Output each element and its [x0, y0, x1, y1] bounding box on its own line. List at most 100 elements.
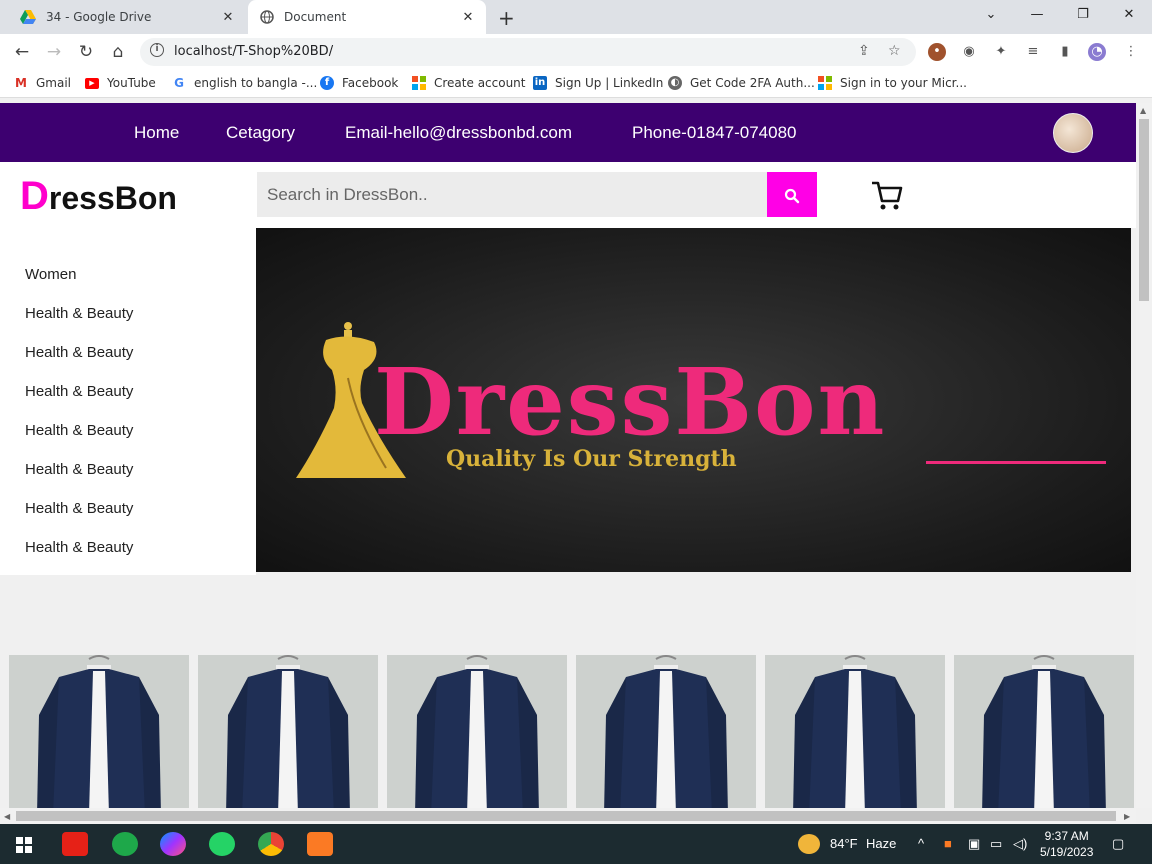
- bookmark-star-icon[interactable]: ☆: [888, 43, 901, 59]
- product-card[interactable]: [9, 655, 189, 808]
- url-text[interactable]: localhost/T-Shop%20BD/: [174, 44, 333, 59]
- product-card[interactable]: [198, 655, 378, 808]
- bookmarks-bar: M Gmail ▶ YouTube G english to bangla -.…: [0, 70, 1152, 98]
- shirt-product-image: [765, 655, 945, 808]
- side-panel-icon[interactable]: ▮: [1056, 43, 1074, 61]
- nav-home-link[interactable]: Home: [134, 123, 179, 143]
- messenger-app-icon[interactable]: [160, 832, 186, 856]
- site-header: DressBon Search in DressBon..: [0, 162, 1136, 228]
- browser-toolbar: ← → ↻ ⌂ i localhost/T-Shop%20BD/ ⇪ ☆ • ◉…: [0, 34, 1152, 70]
- bookmark-youtube[interactable]: ▶ YouTube: [85, 76, 156, 90]
- nav-email-link[interactable]: Email-hello@dressbonbd.com: [345, 123, 572, 143]
- site-logo[interactable]: DressBon: [20, 174, 177, 219]
- record-extension-icon[interactable]: ◉: [960, 43, 978, 61]
- share-icon[interactable]: ⇪: [858, 43, 870, 59]
- vertical-scroll-thumb[interactable]: [1139, 119, 1149, 301]
- back-icon[interactable]: ←: [10, 40, 34, 64]
- home-icon[interactable]: ⌂: [106, 40, 130, 64]
- bookmark-english-to-bangla[interactable]: G english to bangla -...: [172, 76, 317, 90]
- shirt-product-image: [387, 655, 567, 808]
- xampp-tray-icon[interactable]: ■: [944, 836, 952, 851]
- reload-icon[interactable]: ↻: [74, 40, 98, 64]
- windows-taskbar: 84°F Haze ^ ■ ▣ ▭ ◁) 9:37 AM 5/19/2023 ▢: [0, 824, 1152, 864]
- bookmark-linkedin[interactable]: in Sign Up | LinkedIn: [533, 76, 663, 90]
- tab-title: Document: [284, 10, 347, 24]
- site-info-icon[interactable]: i: [150, 43, 164, 57]
- minimize-button[interactable]: —: [1014, 0, 1060, 30]
- close-window-button[interactable]: ✕: [1106, 0, 1152, 30]
- sidebar-item-health-beauty[interactable]: Health & Beauty: [25, 383, 133, 400]
- bookmark-2fa[interactable]: ◐ Get Code 2FA Auth...: [668, 76, 815, 90]
- cart-icon[interactable]: [870, 179, 904, 213]
- sidebar-item-women[interactable]: Women: [25, 266, 76, 283]
- search-icon: [784, 188, 800, 203]
- microsoft-icon: [412, 76, 426, 90]
- extensions-puzzle-icon[interactable]: ✦: [992, 43, 1010, 61]
- bookmark-facebook[interactable]: f Facebook: [320, 76, 398, 90]
- new-tab-button[interactable]: +: [498, 6, 515, 30]
- tab-strip: 34 - Google Drive ✕ Document ✕ + ⌄ — ❐ ✕: [0, 0, 1152, 34]
- tray-chevron-icon[interactable]: ^: [918, 836, 924, 851]
- banner-title: DressBon: [374, 348, 887, 456]
- restore-button[interactable]: ❐: [1060, 0, 1106, 30]
- profile-avatar-icon[interactable]: ◔: [1088, 43, 1106, 61]
- network-icon[interactable]: ▭: [990, 836, 1002, 852]
- linkedin-icon: in: [533, 76, 547, 90]
- scroll-right-icon[interactable]: ▶: [1124, 812, 1130, 821]
- sidebar-item-health-beauty[interactable]: Health & Beauty: [25, 422, 133, 439]
- nav-category-link[interactable]: Cetagory: [226, 123, 295, 143]
- horizontal-scroll-thumb[interactable]: [16, 811, 1116, 821]
- shirt-product-image: [198, 655, 378, 808]
- xampp-app-icon[interactable]: [307, 832, 333, 856]
- product-card[interactable]: [576, 655, 756, 808]
- nav-phone-link[interactable]: Phone-01847-074080: [632, 123, 796, 143]
- weather-temp[interactable]: 84°F: [830, 836, 858, 851]
- media-control-icon[interactable]: ≡: [1024, 43, 1042, 61]
- search-input[interactable]: Search in DressBon..: [257, 172, 767, 217]
- search-button[interactable]: [767, 172, 817, 217]
- evernote-app-icon[interactable]: [112, 832, 138, 856]
- chrome-app-icon[interactable]: [258, 832, 284, 856]
- user-avatar[interactable]: [1053, 113, 1093, 153]
- notification-icon[interactable]: ▢: [1112, 836, 1124, 852]
- 2fa-icon: ◐: [668, 76, 682, 90]
- whatsapp-app-icon[interactable]: [209, 832, 235, 856]
- tab-search-icon[interactable]: ⌄: [968, 0, 1014, 30]
- tab-google-drive[interactable]: 34 - Google Drive ✕: [8, 0, 246, 34]
- scroll-left-icon[interactable]: ◀: [4, 812, 10, 821]
- banner-tagline: Quality Is Our Strength: [446, 446, 737, 472]
- vertical-scrollbar[interactable]: ▲: [1136, 103, 1152, 808]
- system-clock[interactable]: 9:37 AM 5/19/2023: [1040, 828, 1093, 860]
- google-icon: G: [172, 76, 186, 90]
- weather-haze-icon[interactable]: [798, 834, 820, 854]
- close-tab-icon[interactable]: ✕: [458, 10, 478, 25]
- sidebar-item-health-beauty[interactable]: Health & Beauty: [25, 539, 133, 556]
- tab-document[interactable]: Document ✕: [248, 0, 486, 34]
- hero-banner[interactable]: DressBon Quality Is Our Strength: [256, 228, 1131, 572]
- google-drive-icon: [20, 10, 36, 24]
- shirt-product-image: [9, 655, 189, 808]
- horizontal-scrollbar[interactable]: ◀ ▶: [0, 808, 1136, 824]
- cookie-extension-icon[interactable]: •: [928, 43, 946, 61]
- youtube-app-icon[interactable]: [62, 832, 88, 856]
- sidebar-item-health-beauty[interactable]: Health & Beauty: [25, 461, 133, 478]
- bookmark-gmail[interactable]: M Gmail: [14, 76, 71, 90]
- youtube-icon: ▶: [85, 77, 99, 89]
- sidebar-item-health-beauty[interactable]: Health & Beauty: [25, 500, 133, 517]
- volume-icon[interactable]: ◁): [1013, 836, 1027, 852]
- sidebar-item-health-beauty[interactable]: Health & Beauty: [25, 344, 133, 361]
- scroll-up-icon[interactable]: ▲: [1140, 106, 1146, 115]
- menu-kebab-icon[interactable]: ⋮: [1122, 43, 1140, 61]
- address-bar[interactable]: i localhost/T-Shop%20BD/ ⇪ ☆: [140, 38, 916, 66]
- bookmark-create-account[interactable]: Create account: [412, 76, 526, 90]
- sidebar-item-health-beauty[interactable]: Health & Beauty: [25, 305, 133, 322]
- product-card[interactable]: [954, 655, 1134, 808]
- weather-desc[interactable]: Haze: [866, 836, 896, 851]
- bookmark-microsoft-signin[interactable]: Sign in to your Micr...: [818, 76, 967, 90]
- forward-icon[interactable]: →: [42, 40, 66, 64]
- product-card[interactable]: [387, 655, 567, 808]
- windows-start-icon[interactable]: [16, 837, 32, 853]
- close-tab-icon[interactable]: ✕: [218, 10, 238, 25]
- device-tray-icon[interactable]: ▣: [968, 836, 980, 852]
- product-card[interactable]: [765, 655, 945, 808]
